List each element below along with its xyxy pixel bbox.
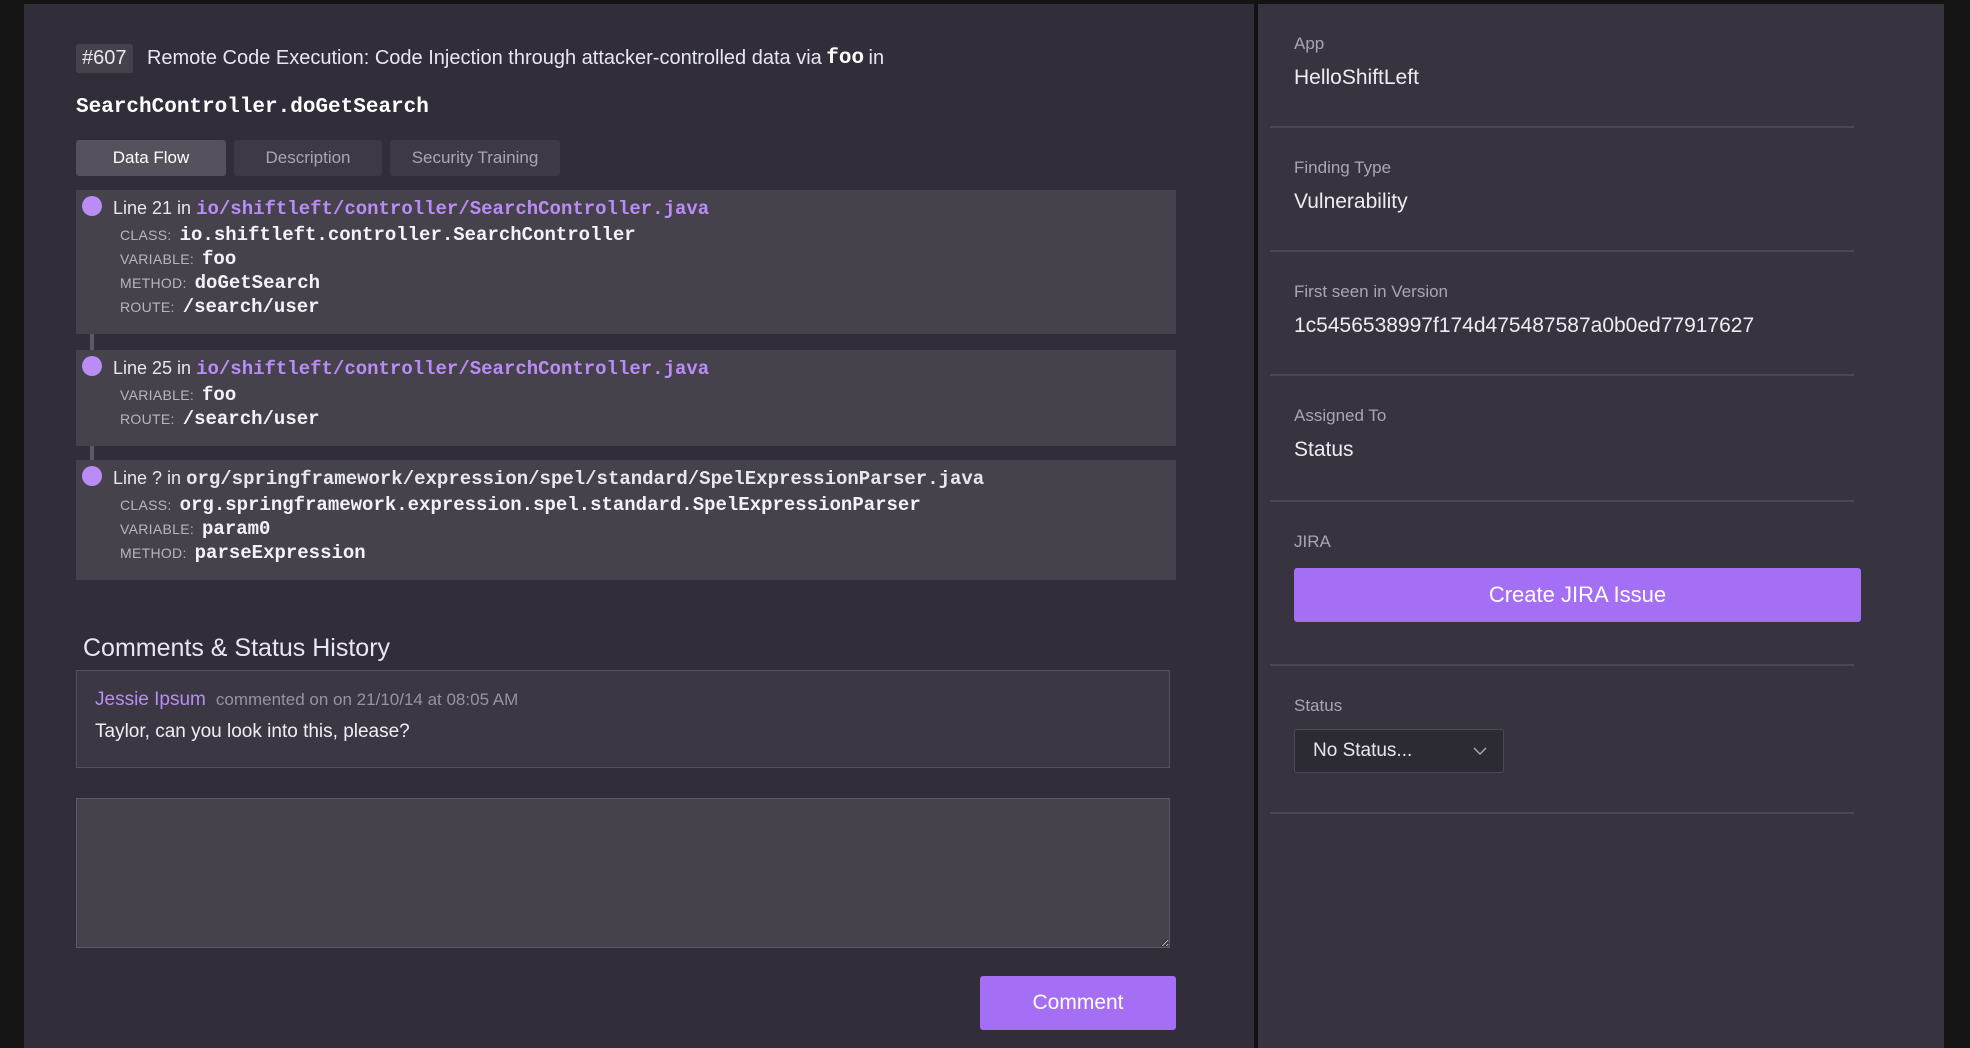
flow-line-label: Line 25 in xyxy=(113,358,192,378)
attr-value: org.springframework.expression.spel.stan… xyxy=(179,494,921,516)
flow-attr-method: METHOD: parseExpression xyxy=(120,542,366,564)
attr-value: doGetSearch xyxy=(194,272,321,294)
detail-label: App xyxy=(1294,34,1325,53)
detail-label: Status xyxy=(1294,696,1343,715)
flow-step-header: Line ? in org/springframework/expression… xyxy=(113,468,984,490)
flow-attr-variable: VARIABLE: param0 xyxy=(120,518,270,540)
create-jira-issue-button[interactable]: Create JIRA Issue xyxy=(1294,568,1861,622)
comment-submit-button[interactable]: Comment xyxy=(980,976,1176,1030)
comment-item: Jessie Ipsum commented on on 21/10/14 at … xyxy=(76,670,1170,768)
flow-step-dot xyxy=(82,356,102,376)
comment-textarea[interactable] xyxy=(76,798,1170,948)
detail-value: HelloShiftLeft xyxy=(1294,66,1419,89)
title-variable: foo xyxy=(826,47,865,70)
comments-heading: Comments & Status History xyxy=(83,634,391,662)
finding-title: #607 Remote Code Execution: Code Injecti… xyxy=(76,44,1176,73)
attr-label: VARIABLE: xyxy=(120,387,195,403)
comment-author[interactable]: Jessie Ipsum xyxy=(95,689,206,710)
comment-text: Taylor, can you look into this, please? xyxy=(95,721,410,742)
attr-label: CLASS: xyxy=(120,227,172,243)
flow-file-path: org/springframework/expression/spel/stan… xyxy=(186,468,985,490)
flow-attr-variable: VARIABLE: foo xyxy=(120,248,236,270)
detail-app: App HelloShiftLeft xyxy=(1294,34,1894,90)
detail-label: Assigned To xyxy=(1294,406,1387,425)
attr-label: ROUTE: xyxy=(120,299,175,315)
attr-value: parseExpression xyxy=(194,542,366,564)
flow-line-label: Line 21 in xyxy=(113,198,192,218)
attr-label: VARIABLE: xyxy=(120,521,195,537)
detail-assigned-to: Assigned To Status xyxy=(1294,406,1894,462)
attr-value: foo xyxy=(202,248,237,270)
flow-line-label: Line ? in xyxy=(113,468,182,488)
tab-data-flow[interactable]: Data Flow xyxy=(76,140,226,176)
flow-file-link[interactable]: io/shiftleft/controller/SearchController… xyxy=(196,198,709,220)
attr-value: /search/user xyxy=(182,408,320,430)
attr-label: VARIABLE: xyxy=(120,251,195,267)
flow-attr-variable: VARIABLE: foo xyxy=(120,384,236,406)
section-divider xyxy=(1270,664,1854,666)
app-frame: #607 Remote Code Execution: Code Injecti… xyxy=(24,4,1944,1048)
flow-step: Line 21 in io/shiftleft/controller/Searc… xyxy=(76,190,1176,334)
detail-first-seen: First seen in Version 1c5456538997f174d4… xyxy=(1294,282,1894,338)
flow-file-link[interactable]: io/shiftleft/controller/SearchController… xyxy=(196,358,709,380)
finding-main-panel: #607 Remote Code Execution: Code Injecti… xyxy=(24,4,1254,1048)
section-divider xyxy=(1270,374,1854,376)
section-divider xyxy=(1270,812,1854,814)
flow-attr-method: METHOD: doGetSearch xyxy=(120,272,320,294)
flow-step-dot xyxy=(82,466,102,486)
attr-label: METHOD: xyxy=(120,275,187,291)
status-select[interactable]: No Status... xyxy=(1294,729,1504,773)
comment-author-line: Jessie Ipsum commented on on 21/10/14 at … xyxy=(95,689,518,711)
chevron-down-icon xyxy=(1473,736,1487,783)
detail-value[interactable]: Status xyxy=(1294,438,1894,462)
issue-number-badge: #607 xyxy=(76,44,133,73)
detail-status: Status xyxy=(1294,696,1894,716)
flow-step-dot xyxy=(82,196,102,216)
flow-attr-route: ROUTE: /search/user xyxy=(120,296,320,318)
flow-step-header: Line 21 in io/shiftleft/controller/Searc… xyxy=(113,198,709,220)
attr-value: param0 xyxy=(202,518,271,540)
detail-value: Vulnerability xyxy=(1294,190,1408,213)
tab-description[interactable]: Description xyxy=(234,140,382,176)
detail-label: Finding Type xyxy=(1294,158,1392,177)
finding-details-panel: App HelloShiftLeft Finding Type Vulnerab… xyxy=(1258,4,1944,1048)
detail-value: 1c5456538997f174d475487587a0b0ed77917627 xyxy=(1294,314,1755,337)
section-divider xyxy=(1270,500,1854,502)
flow-step-header: Line 25 in io/shiftleft/controller/Searc… xyxy=(113,358,709,380)
detail-label: First seen in Version xyxy=(1294,282,1449,301)
flow-step: Line ? in org/springframework/expression… xyxy=(76,460,1176,580)
detail-label: JIRA xyxy=(1294,532,1331,551)
title-method: SearchController.doGetSearch xyxy=(76,96,429,119)
attr-value: foo xyxy=(202,384,237,406)
title-in: in xyxy=(868,47,885,69)
tab-security-training[interactable]: Security Training xyxy=(390,140,560,176)
comment-meta: commented on on 21/10/14 at 08:05 AM xyxy=(215,690,519,709)
detail-finding-type: Finding Type Vulnerability xyxy=(1294,158,1894,214)
title-prefix: Remote Code Execution: Code Injection th… xyxy=(146,47,822,69)
flow-attr-class: CLASS: io.shiftleft.controller.SearchCont… xyxy=(120,224,636,246)
flow-attr-class: CLASS: org.springframework.expression.spe… xyxy=(120,494,921,516)
section-divider xyxy=(1270,250,1854,252)
attr-label: CLASS: xyxy=(120,497,172,513)
section-divider xyxy=(1270,126,1854,128)
detail-jira: JIRA xyxy=(1294,532,1894,552)
attr-label: ROUTE: xyxy=(120,411,175,427)
finding-tabs: Data Flow Description Security Training xyxy=(76,140,560,176)
flow-attr-route: ROUTE: /search/user xyxy=(120,408,320,430)
status-select-value: No Status... xyxy=(1313,740,1413,761)
attr-label: METHOD: xyxy=(120,545,187,561)
attr-value: /search/user xyxy=(182,296,320,318)
attr-value: io.shiftleft.controller.SearchController xyxy=(179,224,636,246)
flow-step: Line 25 in io/shiftleft/controller/Searc… xyxy=(76,350,1176,446)
